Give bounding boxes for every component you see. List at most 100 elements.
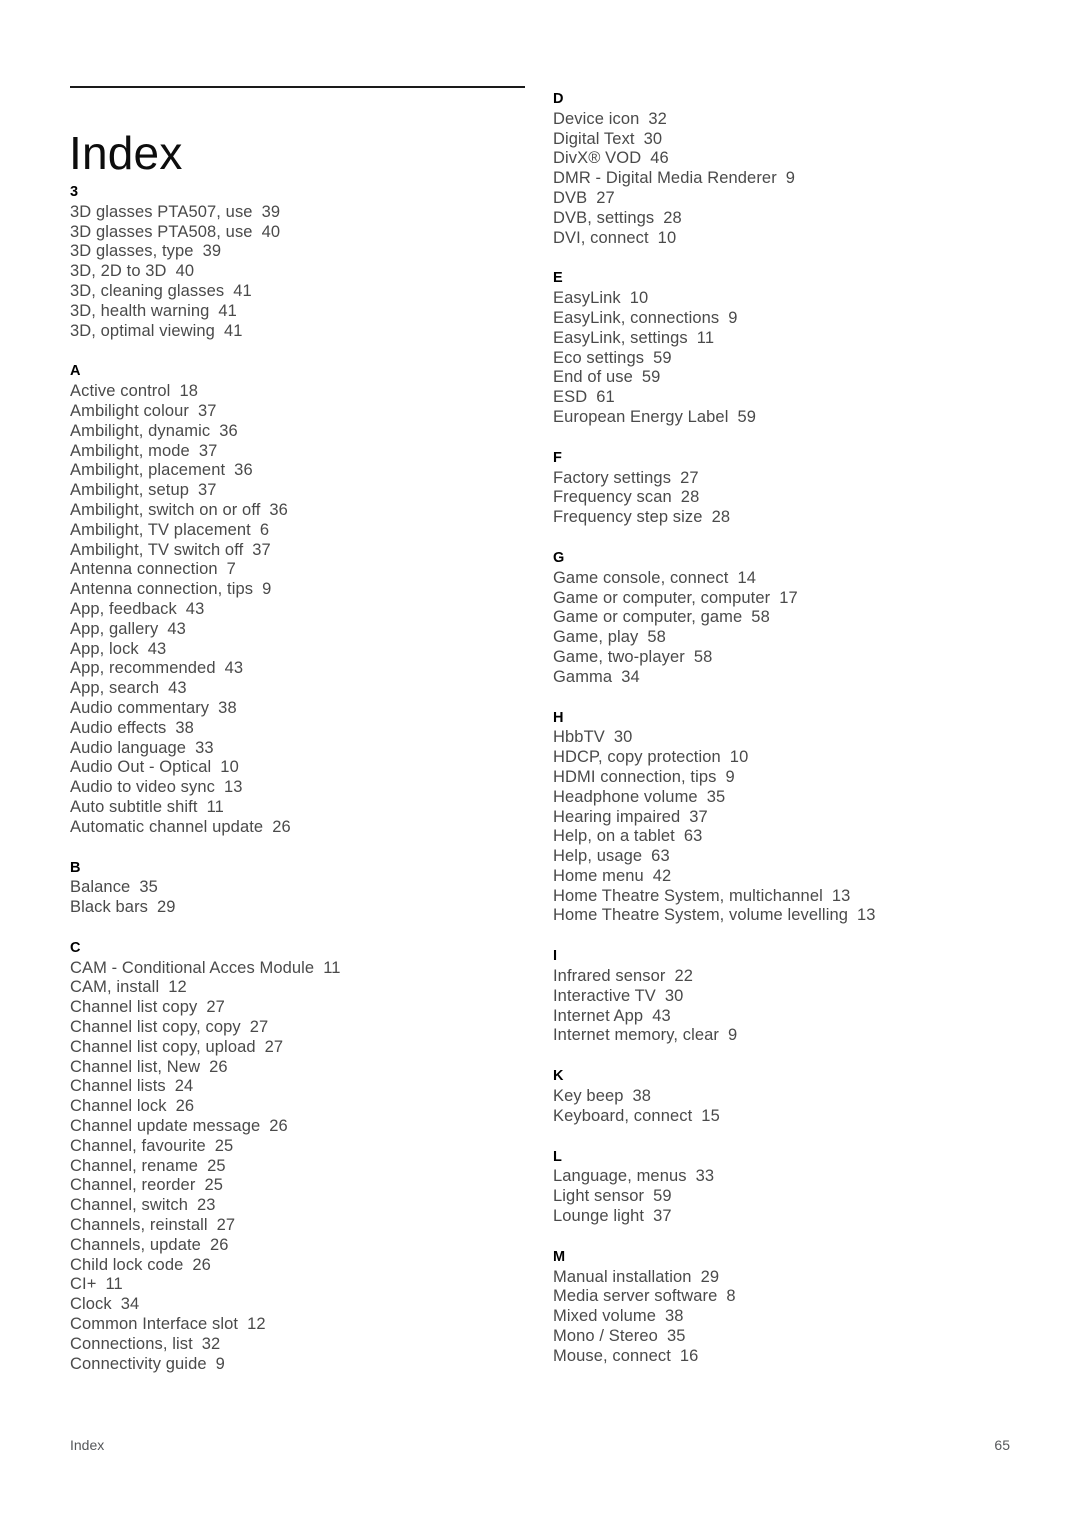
index-entry[interactable]: ESD 61 — [553, 388, 1023, 408]
index-entry[interactable]: Auto subtitle shift 11 — [70, 798, 540, 818]
index-entry[interactable]: Language, menus 33 — [553, 1167, 1023, 1187]
index-entry[interactable]: HDCP, copy protection 10 — [553, 748, 1023, 768]
index-entry[interactable]: Internet App 43 — [553, 1007, 1023, 1027]
index-entry[interactable]: Mixed volume 38 — [553, 1307, 1023, 1327]
index-entry[interactable]: Game, play 58 — [553, 628, 1023, 648]
index-entry[interactable]: Channels, update 26 — [70, 1236, 540, 1256]
index-entry[interactable]: Headphone volume 35 — [553, 788, 1023, 808]
index-entry[interactable]: Manual installation 29 — [553, 1268, 1023, 1288]
index-entry[interactable]: Lounge light 37 — [553, 1207, 1023, 1227]
index-entry[interactable]: Ambilight colour 37 — [70, 402, 540, 422]
index-entry[interactable]: Digital Text 30 — [553, 130, 1023, 150]
index-entry[interactable]: App, feedback 43 — [70, 600, 540, 620]
index-entry[interactable]: Channel, reorder 25 — [70, 1176, 540, 1196]
index-entry[interactable]: Keyboard, connect 15 — [553, 1107, 1023, 1127]
index-entry[interactable]: EasyLink, settings 11 — [553, 329, 1023, 349]
index-entry[interactable]: Home Theatre System, volume levelling 13 — [553, 906, 1023, 926]
index-entry[interactable]: Channel list copy, upload 27 — [70, 1038, 540, 1058]
index-entry[interactable]: Channel list copy, copy 27 — [70, 1018, 540, 1038]
index-entry[interactable]: DVB, settings 28 — [553, 209, 1023, 229]
index-entry[interactable]: Mouse, connect 16 — [553, 1347, 1023, 1367]
index-entry[interactable]: Light sensor 59 — [553, 1187, 1023, 1207]
index-entry[interactable]: Help, usage 63 — [553, 847, 1023, 867]
index-entry[interactable]: Help, on a tablet 63 — [553, 827, 1023, 847]
index-entry[interactable]: Channel list copy 27 — [70, 998, 540, 1018]
index-entry[interactable]: Connectivity guide 9 — [70, 1355, 540, 1375]
index-entry[interactable]: Channel, rename 25 — [70, 1157, 540, 1177]
index-entry[interactable]: Channel lists 24 — [70, 1077, 540, 1097]
index-entry[interactable]: 3D glasses, type 39 — [70, 242, 540, 262]
index-entry[interactable]: Audio language 33 — [70, 739, 540, 759]
index-entry[interactable]: Internet memory, clear 9 — [553, 1026, 1023, 1046]
index-entry[interactable]: Infrared sensor 22 — [553, 967, 1023, 987]
index-entry[interactable]: Antenna connection 7 — [70, 560, 540, 580]
index-entry[interactable]: End of use 59 — [553, 368, 1023, 388]
index-entry[interactable]: Audio effects 38 — [70, 719, 540, 739]
index-entry[interactable]: Device icon 32 — [553, 110, 1023, 130]
index-entry[interactable]: App, recommended 43 — [70, 659, 540, 679]
index-entry[interactable]: DivX® VOD 46 — [553, 149, 1023, 169]
index-entry[interactable]: Ambilight, placement 36 — [70, 461, 540, 481]
index-entry[interactable]: Automatic channel update 26 — [70, 818, 540, 838]
index-entry[interactable]: App, search 43 — [70, 679, 540, 699]
index-entry[interactable]: Media server software 8 — [553, 1287, 1023, 1307]
index-entry[interactable]: Channel, favourite 25 — [70, 1137, 540, 1157]
index-entry[interactable]: HbbTV 30 — [553, 728, 1023, 748]
index-entry[interactable]: CI+ 11 — [70, 1275, 540, 1295]
index-entry[interactable]: 3D, optimal viewing 41 — [70, 322, 540, 342]
index-entry[interactable]: Common Interface slot 12 — [70, 1315, 540, 1335]
index-entry[interactable]: Channel, switch 23 — [70, 1196, 540, 1216]
index-entry[interactable]: Ambilight, mode 37 — [70, 442, 540, 462]
index-entry[interactable]: Black bars 29 — [70, 898, 540, 918]
index-entry[interactable]: EasyLink 10 — [553, 289, 1023, 309]
index-entry[interactable]: Clock 34 — [70, 1295, 540, 1315]
index-entry[interactable]: Ambilight, TV placement 6 — [70, 521, 540, 541]
index-entry[interactable]: HDMI connection, tips 9 — [553, 768, 1023, 788]
index-entry[interactable]: 3D, cleaning glasses 41 — [70, 282, 540, 302]
index-entry[interactable]: Channel list, New 26 — [70, 1058, 540, 1078]
index-entry[interactable]: Audio Out - Optical 10 — [70, 758, 540, 778]
index-entry[interactable]: Game, two-player 58 — [553, 648, 1023, 668]
index-entry[interactable]: Antenna connection, tips 9 — [70, 580, 540, 600]
index-entry[interactable]: Channel lock 26 — [70, 1097, 540, 1117]
index-entry[interactable]: 3D glasses PTA508, use 40 — [70, 223, 540, 243]
index-entry[interactable]: App, lock 43 — [70, 640, 540, 660]
index-entry[interactable]: Connections, list 32 — [70, 1335, 540, 1355]
index-entry[interactable]: Interactive TV 30 — [553, 987, 1023, 1007]
index-entry[interactable]: 3D, 2D to 3D 40 — [70, 262, 540, 282]
index-entry[interactable]: EasyLink, connections 9 — [553, 309, 1023, 329]
index-entry[interactable]: Hearing impaired 37 — [553, 808, 1023, 828]
index-entry[interactable]: Game console, connect 14 — [553, 569, 1023, 589]
index-entry[interactable]: Key beep 38 — [553, 1087, 1023, 1107]
index-entry[interactable]: European Energy Label 59 — [553, 408, 1023, 428]
index-entry[interactable]: Eco settings 59 — [553, 349, 1023, 369]
index-entry[interactable]: DVI, connect 10 — [553, 229, 1023, 249]
index-entry[interactable]: DMR - Digital Media Renderer 9 — [553, 169, 1023, 189]
index-entry[interactable]: CAM - Conditional Acces Module 11 — [70, 959, 540, 979]
index-entry[interactable]: Frequency scan 28 — [553, 488, 1023, 508]
index-entry[interactable]: Channels, reinstall 27 — [70, 1216, 540, 1236]
index-entry[interactable]: App, gallery 43 — [70, 620, 540, 640]
index-entry[interactable]: Balance 35 — [70, 878, 540, 898]
index-entry[interactable]: Factory settings 27 — [553, 469, 1023, 489]
index-entry[interactable]: Audio commentary 38 — [70, 699, 540, 719]
index-entry[interactable]: Ambilight, dynamic 36 — [70, 422, 540, 442]
index-entry[interactable]: Active control 18 — [70, 382, 540, 402]
index-entry[interactable]: Game or computer, computer 17 — [553, 589, 1023, 609]
index-entry[interactable]: Mono / Stereo 35 — [553, 1327, 1023, 1347]
index-entry[interactable]: Ambilight, setup 37 — [70, 481, 540, 501]
index-entry[interactable]: Frequency step size 28 — [553, 508, 1023, 528]
index-entry[interactable]: Home Theatre System, multichannel 13 — [553, 887, 1023, 907]
index-entry[interactable]: Game or computer, game 58 — [553, 608, 1023, 628]
index-entry[interactable]: Channel update message 26 — [70, 1117, 540, 1137]
index-entry[interactable]: 3D, health warning 41 — [70, 302, 540, 322]
index-entry[interactable]: 3D glasses PTA507, use 39 — [70, 203, 540, 223]
index-entry[interactable]: Ambilight, TV switch off 37 — [70, 541, 540, 561]
index-entry[interactable]: Ambilight, switch on or off 36 — [70, 501, 540, 521]
index-entry[interactable]: Child lock code 26 — [70, 1256, 540, 1276]
index-entry[interactable]: Gamma 34 — [553, 668, 1023, 688]
index-entry[interactable]: DVB 27 — [553, 189, 1023, 209]
index-entry[interactable]: Audio to video sync 13 — [70, 778, 540, 798]
index-entry[interactable]: Home menu 42 — [553, 867, 1023, 887]
index-entry[interactable]: CAM, install 12 — [70, 978, 540, 998]
